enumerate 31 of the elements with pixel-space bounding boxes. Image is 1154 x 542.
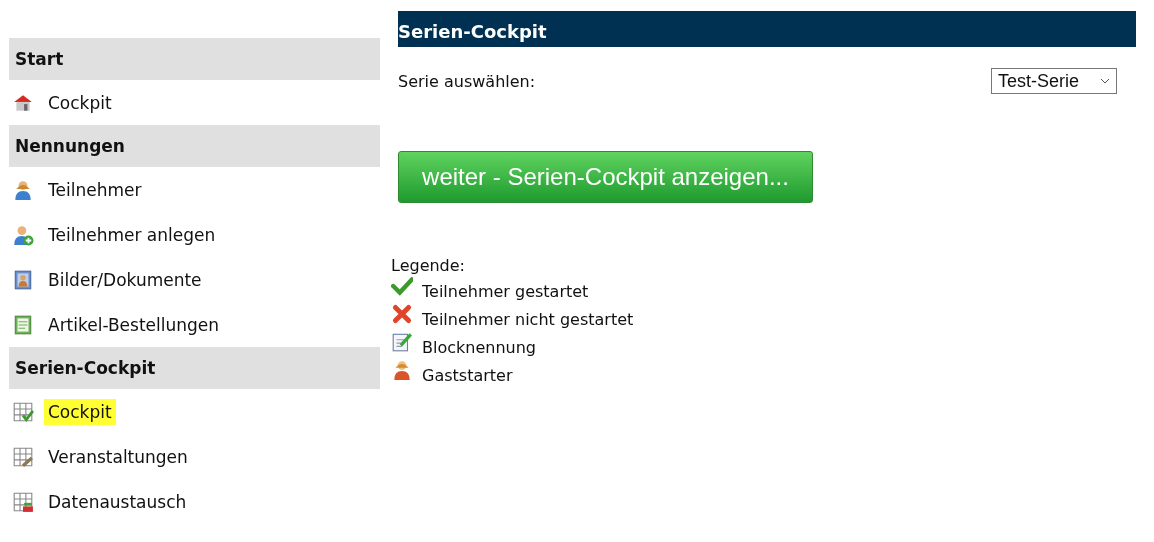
nav-link[interactable]: Cockpit [44,398,116,425]
section-header: Nennungen [9,125,380,167]
field-label: Serie auswählen: [398,71,536,91]
person-icon [391,359,413,381]
nav-link[interactable]: Bilder/Dokumente [44,266,206,293]
nav-link[interactable]: Veranstaltungen [44,443,192,470]
person-add-icon [12,223,34,246]
person-icon [12,178,34,201]
nav-link[interactable]: Artikel-Bestellungen [44,311,224,338]
checkmark-icon [391,275,413,297]
document-icon [12,313,34,336]
nav-link[interactable]: Teilnehmer [44,176,146,203]
grid-edit-icon [12,445,34,468]
nav-link[interactable]: Teilnehmer anlegen [44,221,220,248]
grid-check-icon [12,400,34,423]
portrait-icon [12,268,34,291]
legend-title: Legende: [391,255,466,277]
grid-exchange-icon [12,490,34,513]
legend-text: Gaststarter [422,365,513,385]
nav-link[interactable]: Cockpit [44,89,116,116]
section-header: Start [9,38,380,80]
series-dropdown[interactable]: Test-Serie [991,68,1117,94]
edit-icon [391,331,413,353]
nav-link[interactable]: Datenaustausch [44,488,191,515]
page-title: Serien-Cockpit [398,11,1136,47]
legend-text: Blocknennung [422,337,536,357]
legend-text: Teilnehmer nicht gestartet [422,309,634,329]
cross-icon [391,303,413,325]
caret-icon [1100,78,1110,84]
section-header: Serien-Cockpit [9,347,380,389]
legend-text: Teilnehmer gestartet [422,281,589,301]
